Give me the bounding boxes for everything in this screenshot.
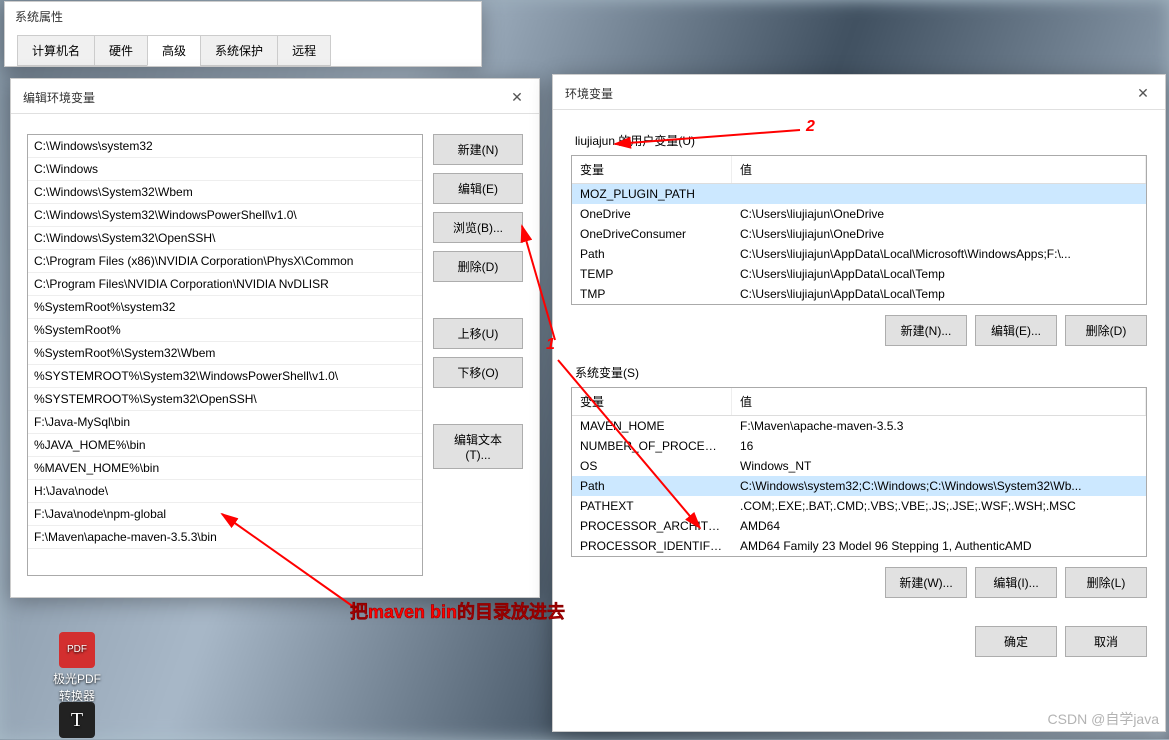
table-header: 变量 值 <box>572 156 1146 184</box>
sysprop-title: 系统属性 <box>15 8 63 25</box>
tab-advanced[interactable]: 高级 <box>147 35 201 66</box>
table-row[interactable]: PATHEXT.COM;.EXE;.BAT;.CMD;.VBS;.VBE;.JS… <box>572 496 1146 516</box>
ok-button[interactable]: 确定 <box>975 626 1057 657</box>
edit-text-button[interactable]: 编辑文本(T)... <box>433 424 523 469</box>
path-item[interactable]: %MAVEN_HOME%\bin <box>28 457 422 480</box>
table-row[interactable]: MAVEN_HOMEF:\Maven\apache-maven-3.5.3 <box>572 416 1146 436</box>
table-row[interactable]: PROCESSOR_ARCHITECT...AMD64 <box>572 516 1146 536</box>
sys-vars-table: 变量 值 MAVEN_HOMEF:\Maven\apache-maven-3.5… <box>571 387 1147 557</box>
cancel-button[interactable]: 取消 <box>1065 626 1147 657</box>
user-delete-button[interactable]: 删除(D) <box>1065 315 1147 346</box>
col-variable: 变量 <box>572 156 732 183</box>
close-icon[interactable]: ✕ <box>1133 83 1153 103</box>
tab-system-protection[interactable]: 系统保护 <box>200 35 278 66</box>
col-value: 值 <box>732 156 1146 183</box>
table-row[interactable]: NUMBER_OF_PROCESSORS16 <box>572 436 1146 456</box>
desktop-icon-t[interactable]: T <box>52 702 102 740</box>
path-item[interactable]: H:\Java\node\ <box>28 480 422 503</box>
user-vars-table: 变量 值 MOZ_PLUGIN_PATH OneDriveC:\Users\li… <box>571 155 1147 305</box>
path-item[interactable]: C:\Windows\System32\WindowsPowerShell\v1… <box>28 204 422 227</box>
sysprop-tabs: 计算机名 硬件 高级 系统保护 远程 <box>5 25 481 66</box>
user-edit-button[interactable]: 编辑(E)... <box>975 315 1057 346</box>
envvars-titlebar: 环境变量 ✕ <box>553 75 1165 110</box>
table-row[interactable]: TEMPC:\Users\liujiajun\AppData\Local\Tem… <box>572 264 1146 284</box>
table-row[interactable]: MOZ_PLUGIN_PATH <box>572 184 1146 204</box>
path-item[interactable]: %JAVA_HOME%\bin <box>28 434 422 457</box>
env-vars-dialog: 环境变量 ✕ liujiajun 的用户变量(U) 变量 值 MOZ_PLUGI… <box>552 74 1166 732</box>
tab-computer-name[interactable]: 计算机名 <box>17 35 95 66</box>
path-list[interactable]: C:\Windows\system32 C:\Windows C:\Window… <box>27 134 423 576</box>
path-item[interactable]: %SYSTEMROOT%\System32\OpenSSH\ <box>28 388 422 411</box>
edit-button[interactable]: 编辑(E) <box>433 173 523 204</box>
move-down-button[interactable]: 下移(O) <box>433 357 523 388</box>
table-row[interactable]: PROCESSOR_IDENTIFIERAMD64 Family 23 Mode… <box>572 536 1146 556</box>
sysprop-titlebar: 系统属性 <box>5 2 481 25</box>
table-row[interactable]: PathC:\Users\liujiajun\AppData\Local\Mic… <box>572 244 1146 264</box>
col-value: 值 <box>732 388 1146 415</box>
sys-vars-buttons: 新建(W)... 编辑(I)... 删除(L) <box>571 567 1147 598</box>
table-row[interactable]: OSWindows_NT <box>572 456 1146 476</box>
envvars-title: 环境变量 <box>565 85 613 102</box>
path-item[interactable]: %SYSTEMROOT%\System32\WindowsPowerShell\… <box>28 365 422 388</box>
desktop-icon-label: 极光PDF转换器 <box>52 670 102 704</box>
system-properties-window: 系统属性 计算机名 硬件 高级 系统保护 远程 <box>4 1 482 67</box>
col-variable: 变量 <box>572 388 732 415</box>
move-up-button[interactable]: 上移(U) <box>433 318 523 349</box>
tab-hardware[interactable]: 硬件 <box>94 35 148 66</box>
table-row[interactable]: OneDriveC:\Users\liujiajun\OneDrive <box>572 204 1146 224</box>
table-row[interactable]: OneDriveConsumerC:\Users\liujiajun\OneDr… <box>572 224 1146 244</box>
tab-remote[interactable]: 远程 <box>277 35 331 66</box>
table-header: 变量 值 <box>572 388 1146 416</box>
user-vars-label: liujiajun 的用户变量(U) <box>571 132 1147 149</box>
table-row[interactable]: PathC:\Windows\system32;C:\Windows;C:\Wi… <box>572 476 1146 496</box>
path-item[interactable]: C:\Program Files (x86)\NVIDIA Corporatio… <box>28 250 422 273</box>
dialog-buttons: 确定 取消 <box>571 626 1147 657</box>
path-item[interactable]: %SystemRoot%\System32\Wbem <box>28 342 422 365</box>
user-vars-buttons: 新建(N)... 编辑(E)... 删除(D) <box>571 315 1147 346</box>
sys-edit-button[interactable]: 编辑(I)... <box>975 567 1057 598</box>
editvar-title: 编辑环境变量 <box>23 89 95 106</box>
sys-new-button[interactable]: 新建(W)... <box>885 567 967 598</box>
user-new-button[interactable]: 新建(N)... <box>885 315 967 346</box>
close-icon[interactable]: ✕ <box>507 87 527 107</box>
browse-button[interactable]: 浏览(B)... <box>433 212 523 243</box>
new-button[interactable]: 新建(N) <box>433 134 523 165</box>
table-row[interactable]: TMPC:\Users\liujiajun\AppData\Local\Temp <box>572 284 1146 304</box>
sys-delete-button[interactable]: 删除(L) <box>1065 567 1147 598</box>
path-item[interactable]: F:\Java-MySql\bin <box>28 411 422 434</box>
edit-env-var-dialog: 编辑环境变量 ✕ C:\Windows\system32 C:\Windows … <box>10 78 540 598</box>
delete-button[interactable]: 删除(D) <box>433 251 523 282</box>
path-item[interactable]: C:\Program Files\NVIDIA Corporation\NVID… <box>28 273 422 296</box>
sys-vars-label: 系统变量(S) <box>571 364 1147 381</box>
path-item[interactable]: C:\Windows <box>28 158 422 181</box>
path-item[interactable]: %SystemRoot% <box>28 319 422 342</box>
path-item[interactable]: F:\Java\node\npm-global <box>28 503 422 526</box>
editvar-titlebar: 编辑环境变量 ✕ <box>11 79 539 114</box>
path-item[interactable]: C:\Windows\System32\OpenSSH\ <box>28 227 422 250</box>
path-item[interactable]: C:\Windows\system32 <box>28 135 422 158</box>
path-item[interactable]: C:\Windows\System32\Wbem <box>28 181 422 204</box>
path-item[interactable]: F:\Maven\apache-maven-3.5.3\bin <box>28 526 422 549</box>
desktop-icon-pdf[interactable]: PDF 极光PDF转换器 <box>52 632 102 704</box>
path-item[interactable]: %SystemRoot%\system32 <box>28 296 422 319</box>
editvar-button-column: 新建(N) 编辑(E) 浏览(B)... 删除(D) 上移(U) 下移(O) 编… <box>433 134 523 576</box>
